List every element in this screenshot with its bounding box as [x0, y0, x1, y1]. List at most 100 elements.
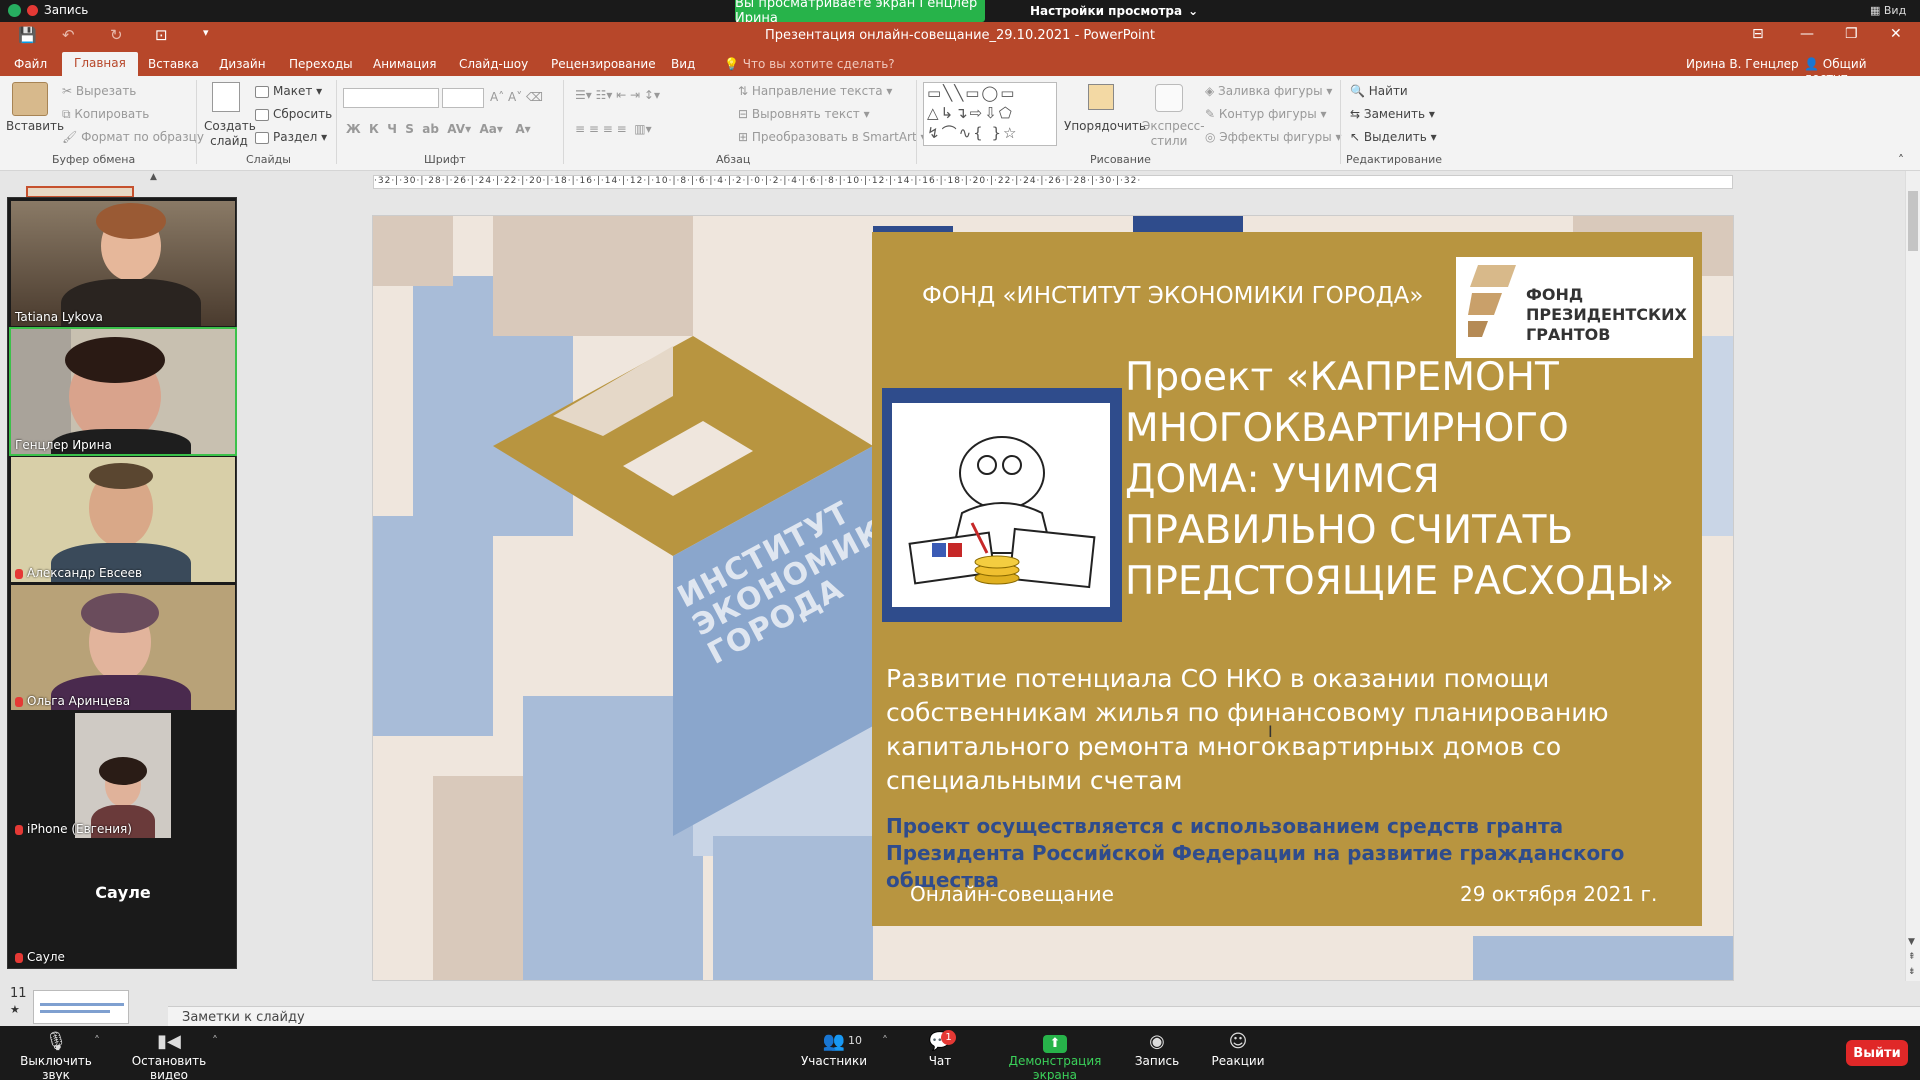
notes-pane[interactable]: Заметки к слайду — [168, 1006, 1920, 1026]
stop-video-label: Остановить видео — [131, 1054, 207, 1080]
vertical-scrollbar[interactable] — [1905, 171, 1920, 981]
person-hair — [89, 463, 153, 489]
shape-effects-button[interactable]: ◎ Эффекты фигуры ▾ — [1205, 130, 1342, 144]
smartart-button[interactable]: ⊞ Преобразовать в SmartArt ▾ — [738, 130, 927, 144]
paste-icon[interactable] — [12, 82, 48, 116]
participant-name: Сауле — [15, 950, 65, 964]
divider — [563, 80, 564, 164]
text-cursor-icon: I — [1268, 722, 1273, 741]
new-slide-icon[interactable] — [212, 82, 240, 112]
font-size-select[interactable] — [442, 88, 484, 108]
cut-button[interactable]: ✂ Вырезать — [62, 84, 136, 98]
arrange-icon[interactable] — [1088, 84, 1114, 110]
close-icon[interactable]: ✕ — [1890, 26, 1902, 42]
view-button[interactable]: ▦ Вид — [1870, 4, 1906, 17]
text-direction-button[interactable]: ⇅ Направление текста ▾ — [738, 84, 892, 98]
project-illustration-frame — [882, 388, 1122, 622]
quick-styles-icon[interactable] — [1155, 84, 1183, 112]
view-options-menu[interactable]: Настройки просмотра ⌄ — [1030, 0, 1198, 22]
section-label: Раздел — [273, 130, 318, 144]
participants-options-chevron-icon[interactable]: ˄ — [882, 1034, 888, 1048]
participant-name: Генцлер Ирина — [15, 438, 112, 452]
align-buttons[interactable]: ≡ ≡ ≡ ≡ ▥▾ — [575, 122, 652, 136]
leave-meeting-button[interactable]: Выйти — [1846, 1040, 1908, 1066]
tab-animations[interactable]: Анимация — [367, 55, 442, 73]
recording-label: Запись — [44, 3, 89, 17]
tab-insert[interactable]: Вставка — [142, 55, 205, 73]
layout-button[interactable]: Макет ▾ — [255, 84, 322, 98]
stop-video-button[interactable]: ▮◀ Остановить видео — [116, 1030, 222, 1080]
format-painter-button[interactable]: 🖌 Формат по образцу — [62, 130, 204, 144]
participant-tile[interactable]: iPhone (Евгения) — [11, 713, 235, 838]
copy-button[interactable]: ⧉ Копировать — [62, 107, 149, 122]
mute-button[interactable]: 🎙 Выключить звук — [10, 1030, 102, 1080]
grow-font-icon[interactable]: A˄ A˅ ⌫ — [490, 90, 543, 104]
cursor-icon: ↖ — [1350, 130, 1364, 144]
restore-icon[interactable]: ❐ — [1845, 26, 1858, 42]
tell-me-text: Что вы хотите сделать? — [742, 57, 895, 71]
video-options-chevron-icon[interactable]: ˄ — [212, 1034, 218, 1048]
new-slide-button[interactable]: Создать слайд — [204, 119, 256, 149]
slide-thumbnail-11[interactable] — [33, 990, 129, 1024]
tab-file[interactable]: Файл — [8, 55, 53, 73]
arrange-button[interactable]: Упорядочить — [1064, 119, 1146, 133]
tab-transitions[interactable]: Переходы — [283, 55, 359, 73]
person-hair — [65, 337, 165, 383]
audio-options-chevron-icon[interactable]: ˄ — [94, 1034, 100, 1048]
tab-view[interactable]: Вид — [665, 55, 701, 73]
user-name[interactable]: Ирина В. Генцлер — [1680, 55, 1805, 73]
share-screen-label: Демонстрация экрана — [1008, 1054, 1102, 1080]
participant-tile[interactable]: Сауле Сауле — [11, 841, 235, 966]
participant-video-gallery[interactable]: Tatiana Lykova Генцлер Ирина Александр Е… — [7, 197, 237, 969]
tab-slideshow[interactable]: Слайд-шоу — [453, 55, 534, 73]
paragraph-group-label: Абзац — [716, 153, 751, 166]
drawing-group-label: Рисование — [1090, 153, 1151, 166]
scrollbar-thumb[interactable] — [1908, 191, 1918, 251]
participants-count: 10 — [848, 1034, 862, 1047]
tab-home[interactable]: Главная — [62, 52, 138, 76]
select-button[interactable]: ↖ Выделить ▾ — [1350, 130, 1437, 144]
reset-button[interactable]: Сбросить — [255, 107, 332, 121]
replace-button[interactable]: ⇆ Заменить ▾ — [1350, 107, 1435, 121]
shape-fill-button[interactable]: ◈ Заливка фигуры ▾ — [1205, 84, 1332, 98]
participant-name: iPhone (Евгения) — [15, 822, 132, 836]
ribbon-display-icon[interactable]: ⊟ — [1752, 26, 1764, 42]
notes-placeholder: Заметки к слайду — [182, 1010, 305, 1025]
view-options-label: Настройки просмотра — [1030, 4, 1183, 18]
record-button[interactable]: ◉ Запись — [1130, 1030, 1184, 1068]
section-button[interactable]: Раздел ▾ — [255, 130, 327, 144]
recording-dot-icon — [27, 4, 38, 16]
tab-review[interactable]: Рецензирование — [545, 55, 662, 73]
participant-tile[interactable]: Александр Евсеев — [11, 457, 235, 582]
microphone-icon: 🎙 — [44, 1031, 68, 1052]
collapse-ribbon-icon[interactable]: ˄ — [1898, 153, 1904, 167]
smartart-icon: ⊞ — [738, 130, 752, 144]
recording-indicator[interactable]: Запись — [8, 3, 88, 17]
pen-icon: ✎ — [1205, 107, 1219, 121]
font-format-buttons[interactable]: Ж К Ч S ab AV▾ Aa▾ A▾ — [346, 122, 531, 136]
muted-mic-icon — [15, 952, 23, 963]
paste-button[interactable]: Вставить — [6, 119, 64, 133]
quick-styles-button[interactable]: Экспресс-стили — [1142, 119, 1205, 149]
minimize-icon[interactable]: — — [1800, 26, 1814, 42]
list-buttons[interactable]: ☰▾ ☷▾ ⇤ ⇥ ↕▾ — [575, 88, 660, 102]
reset-icon — [255, 108, 269, 121]
participant-tile-active-speaker[interactable]: Генцлер Ирина — [9, 327, 237, 456]
thumb-scroll-up-icon[interactable]: ▲ — [150, 172, 164, 187]
find-button[interactable]: 🔍 Найти — [1350, 84, 1408, 98]
slide-nav-icons[interactable]: ▼ ⇞ ⇟ — [1908, 935, 1916, 980]
participant-tile[interactable]: Tatiana Lykova — [11, 201, 235, 326]
participant-tile[interactable]: Ольга Аринцева — [11, 585, 235, 710]
align-text-button[interactable]: ⊟ Выровнять текст ▾ — [738, 107, 870, 121]
reactions-button[interactable]: ☺ Реакции — [1208, 1030, 1268, 1068]
share-screen-button[interactable]: ⬆ Демонстрация экрана — [985, 1030, 1125, 1080]
layout-icon — [255, 85, 269, 98]
tab-design[interactable]: Дизайн — [213, 55, 272, 73]
format-painter-label: Формат по образцу — [81, 130, 204, 144]
tell-me-search[interactable]: 💡 Что вы хотите сделать? — [718, 55, 901, 73]
muted-mic-icon — [15, 568, 23, 579]
font-family-select[interactable] — [343, 88, 439, 108]
shapes-gallery[interactable]: ▭╲╲▭◯▭ △↳↴⇨⇩⬠ ↯⌒∿{ }☆ — [923, 82, 1057, 146]
chevron-down-icon: ⌄ — [1188, 4, 1199, 18]
shape-outline-button[interactable]: ✎ Контур фигуры ▾ — [1205, 107, 1327, 121]
